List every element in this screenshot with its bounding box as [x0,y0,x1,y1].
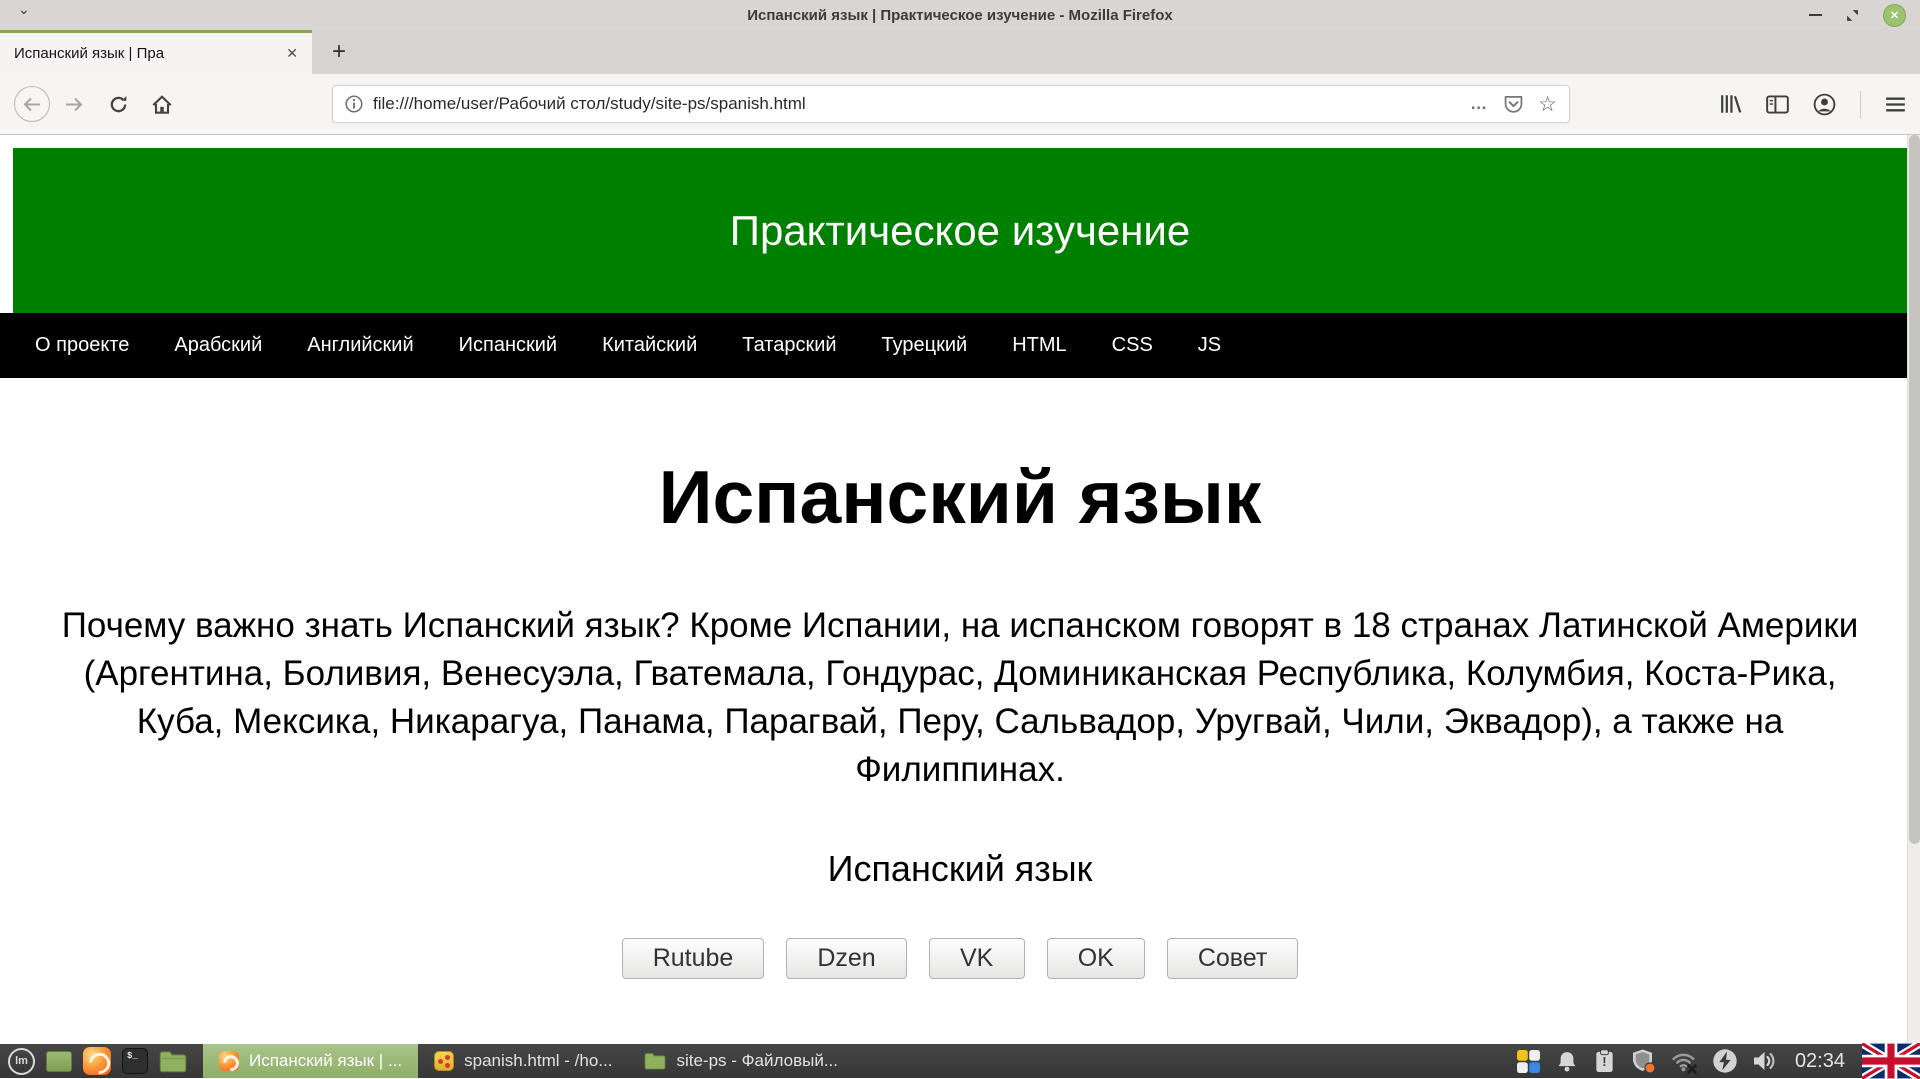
page-title: Испанский язык [0,454,1920,540]
rutube-button[interactable]: Rutube [622,938,765,979]
close-icon: ✕ [1890,9,1899,22]
maximize-icon [1846,9,1859,22]
page-subtitle: Испанский язык [0,848,1920,890]
new-tab-button[interactable]: + [332,40,346,64]
volume-icon[interactable] [1752,1049,1779,1073]
intro-paragraph: Почему важно знать Испанский язык? Кроме… [36,602,1884,794]
clock[interactable]: 02:34 [1795,1050,1845,1073]
url-bar[interactable]: file:///home/user/Рабочий стол/study/sit… [332,85,1570,123]
site-info-icon[interactable] [345,95,363,113]
keyboard-layout-flag-icon[interactable] [1862,1043,1920,1079]
files-launcher-icon[interactable] [159,1050,187,1073]
window-titlebar: ⌄ Испанский язык | Практическое изучение… [0,0,1920,30]
sidebar-icon[interactable] [1766,95,1789,114]
firefox-launcher-icon[interactable] [83,1047,111,1075]
notifications-bell-icon[interactable] [1555,1049,1579,1074]
page-banner: Практическое изучение [13,148,1907,313]
site-nav: О проекте Арабский Английский Испанский … [0,313,1920,378]
dzen-button[interactable]: Dzen [786,938,906,979]
library-icon[interactable] [1720,94,1742,114]
reload-button[interactable] [100,86,136,122]
nav-link-about[interactable]: О проекте [35,334,129,357]
folder-task-icon [644,1052,666,1070]
nav-link-js[interactable]: JS [1198,334,1221,357]
page-scrollbar[interactable] [1907,135,1920,1044]
back-arrow-icon [23,97,41,112]
vk-button[interactable]: VK [929,938,1025,979]
forward-button[interactable] [56,86,92,122]
reload-icon [109,95,128,114]
nav-link-spanish[interactable]: Испанский [459,334,557,357]
back-button[interactable] [14,86,50,122]
browser-viewport: Практическое изучение О проекте Арабский… [0,135,1920,1044]
nav-link-chinese[interactable]: Китайский [602,334,697,357]
nav-link-tatar[interactable]: Татарский [742,334,836,357]
firefox-task-icon [219,1051,239,1071]
nav-link-css[interactable]: CSS [1112,334,1153,357]
task-file-manager[interactable]: site-ps - Файловый... [628,1044,854,1078]
tab-spanish[interactable]: Испанский язык | Пра ✕ [0,30,312,74]
link-buttons-row: Rutube Dzen VK OK Совет [0,938,1920,979]
taskbar: lm $_ Испанский язык | ... spanish.html … [0,1044,1920,1078]
titlebar-menu-chevron-icon[interactable]: ⌄ [18,1,30,18]
show-desktop-button[interactable] [46,1051,72,1072]
nav-link-html[interactable]: HTML [1012,334,1066,357]
tab-close-icon[interactable]: ✕ [282,43,302,64]
nav-link-turkish[interactable]: Турецкий [882,334,968,357]
mint-logo-icon: lm [15,1055,28,1067]
reports-clipboard-icon[interactable]: ! [1593,1049,1616,1074]
hamburger-menu-icon[interactable] [1885,96,1906,113]
url-text: file:///home/user/Рабочий стол/study/sit… [373,94,1470,114]
task-firefox[interactable]: Испанский язык | ... [203,1044,418,1078]
sovet-button[interactable]: Совет [1167,938,1298,979]
close-button[interactable]: ✕ [1883,4,1906,27]
terminal-prompt-glyph: $_ [127,1051,138,1061]
window-title: Испанский язык | Практическое изучение -… [0,7,1920,24]
ok-button[interactable]: OK [1047,938,1145,979]
forward-arrow-icon [65,97,83,112]
pocket-icon[interactable] [1503,94,1524,115]
firewall-shield-icon[interactable] [1630,1048,1657,1074]
updates-grid-icon[interactable] [1516,1049,1541,1074]
terminal-launcher-icon[interactable]: $_ [122,1048,148,1074]
home-button[interactable] [144,86,180,122]
mint-menu-button[interactable]: lm [8,1048,35,1075]
power-applet-icon[interactable] [1712,1048,1738,1074]
scrollbar-thumb[interactable] [1909,135,1920,844]
bookmark-star-icon[interactable]: ☆ [1538,94,1557,115]
navigation-toolbar: file:///home/user/Рабочий стол/study/sit… [0,74,1920,135]
task-label: site-ps - Файловый... [676,1051,838,1071]
tab-strip: Испанский язык | Пра ✕ + [0,30,1920,74]
system-tray: ! 02:34 [1516,1044,1920,1079]
clipboard-alert-glyph: ! [1593,1054,1616,1069]
account-icon[interactable] [1813,93,1836,116]
nav-link-english[interactable]: Английский [307,334,413,357]
banner-title: Практическое изучение [730,207,1190,255]
toolbar-separator [1860,91,1861,118]
page-actions-icon[interactable]: … [1470,94,1489,114]
task-label: spanish.html - /ho... [464,1051,612,1071]
task-editor[interactable]: spanish.html - /ho... [418,1044,628,1078]
nav-link-arabic[interactable]: Арабский [174,334,262,357]
network-wifi-off-icon[interactable] [1671,1049,1698,1074]
home-icon [152,95,172,114]
task-label: Испанский язык | ... [249,1051,402,1071]
text-editor-task-icon [434,1051,454,1071]
maximize-button[interactable] [1846,9,1859,22]
minimize-icon [1809,14,1822,17]
minimize-button[interactable] [1809,14,1822,17]
tab-title: Испанский язык | Пра [14,45,282,62]
